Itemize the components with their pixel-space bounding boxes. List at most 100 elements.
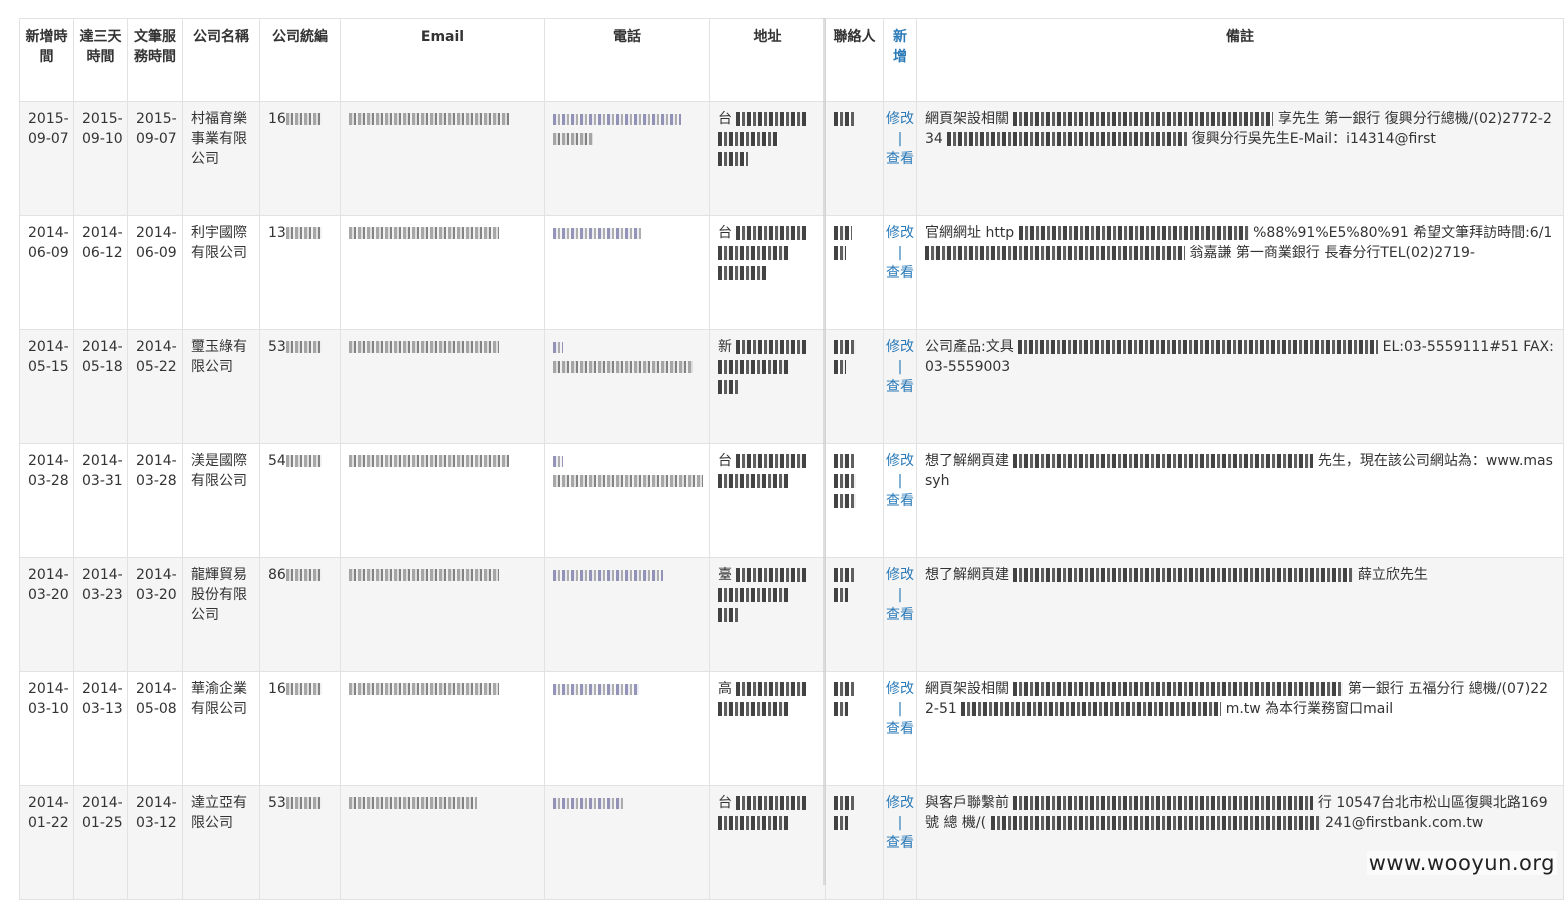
header-three-days-time: 達三天時間 — [73, 18, 128, 102]
cell-phone — [544, 785, 710, 900]
redacted-contact-line — [834, 246, 846, 260]
cell-contact — [825, 443, 884, 558]
cell-address: 台 — [709, 101, 826, 216]
note-text-middle: 薛立欣先生 — [1357, 567, 1428, 583]
cell-email — [340, 101, 545, 216]
redacted-email — [349, 341, 499, 353]
redacted-contact — [834, 112, 854, 126]
header-company-name: 公司名稱 — [182, 18, 260, 102]
edit-link[interactable]: 修改 — [886, 793, 914, 813]
redacted-email — [349, 797, 477, 809]
redacted-address-line — [718, 266, 768, 280]
tax-id-prefix: 53 — [268, 339, 286, 355]
header-email: Email — [340, 18, 545, 102]
cell-actions: 修改 | 查看 — [883, 443, 917, 558]
redacted-address — [736, 682, 807, 696]
view-link[interactable]: 查看 — [886, 491, 914, 511]
redacted-address-line — [718, 474, 788, 488]
edit-link[interactable]: 修改 — [886, 679, 914, 699]
redacted-address — [736, 796, 807, 810]
cell-notes: 想了解網頁建 先生，現在該公司網站為：www.massyh — [916, 443, 1564, 558]
action-separator: | — [897, 473, 903, 489]
redacted-note — [1013, 682, 1344, 696]
redacted-contact-line — [834, 494, 856, 508]
cell-address: 臺 — [709, 557, 826, 672]
header-tax-id: 公司統編 — [259, 18, 341, 102]
address-prefix: 台 — [718, 225, 732, 241]
cell-email — [340, 443, 545, 558]
table-row: 2014-05-15 2014-05-18 2014-05-22 璽玉綠有限公司… — [19, 329, 1564, 444]
cell-actions: 修改 | 查看 — [883, 785, 917, 900]
cell-phone — [544, 215, 710, 330]
cell-address: 台 — [709, 785, 826, 900]
header-phone: 電話 — [544, 18, 710, 102]
cell-email — [340, 785, 545, 900]
redacted-phone — [553, 113, 681, 125]
redacted-address-line — [718, 702, 788, 716]
header-add-link[interactable]: 新增 — [883, 18, 917, 102]
redacted-contact-line — [834, 588, 848, 602]
redacted-contact-line — [834, 360, 846, 374]
cell-actions: 修改 | 查看 — [883, 557, 917, 672]
redacted-phone — [553, 683, 639, 695]
cell-company-name: 達立亞有限公司 — [182, 785, 260, 900]
cell-notes: 網頁架設相關 第一銀行 五福分行 總機/(07)222-51 m.tw 為本行業… — [916, 671, 1564, 786]
cell-notes: 公司產品:文具 EL:03-5559111#51 FAX:03-5559003 — [916, 329, 1564, 444]
column-divider — [823, 18, 826, 885]
redacted-phone-extra — [553, 133, 593, 145]
redacted-note-2 — [961, 702, 1222, 716]
table-row: 2014-01-22 2014-01-25 2014-03-12 達立亞有限公司… — [19, 785, 1564, 900]
cell-phone — [544, 671, 710, 786]
cell-contact — [825, 671, 884, 786]
redacted-note-2 — [947, 132, 1188, 146]
redacted-note-2 — [925, 246, 1185, 260]
view-link[interactable]: 查看 — [886, 719, 914, 739]
view-link[interactable]: 查看 — [886, 833, 914, 853]
cell-service-time: 2014-05-08 — [127, 671, 183, 786]
cell-notes: 網頁架設相關 享先生 第一銀行 復興分行總機/(02)2772-234 復興分行… — [916, 101, 1564, 216]
address-prefix: 台 — [718, 795, 732, 811]
redacted-address-line — [718, 588, 788, 602]
cell-actions: 修改 | 查看 — [883, 329, 917, 444]
redacted-address — [736, 112, 807, 126]
redacted-contact — [834, 682, 854, 696]
cell-added-time: 2015-09-07 — [19, 101, 74, 216]
table-row: 2014-03-10 2014-03-13 2014-05-08 華渝企業有限公… — [19, 671, 1564, 786]
redacted-email — [349, 683, 499, 695]
redacted-tax-id — [285, 227, 322, 239]
edit-link[interactable]: 修改 — [886, 451, 914, 471]
cell-added-time: 2014-03-28 — [19, 443, 74, 558]
edit-link[interactable]: 修改 — [886, 223, 914, 243]
redacted-address — [736, 340, 807, 354]
view-link[interactable]: 查看 — [886, 605, 914, 625]
edit-link[interactable]: 修改 — [886, 565, 914, 585]
cell-tax-id: 16 — [259, 101, 341, 216]
address-prefix: 臺 — [718, 567, 732, 583]
redacted-contact — [834, 226, 852, 240]
address-prefix: 台 — [718, 453, 732, 469]
view-link[interactable]: 查看 — [886, 377, 914, 397]
edit-link[interactable]: 修改 — [886, 109, 914, 129]
cell-service-time: 2015-09-07 — [127, 101, 183, 216]
view-link[interactable]: 查看 — [886, 149, 914, 169]
cell-three-days-time: 2014-05-18 — [73, 329, 128, 444]
view-link[interactable]: 查看 — [886, 263, 914, 283]
address-prefix: 高 — [718, 681, 732, 697]
note-text-start: 網頁架設相關 — [925, 111, 1009, 127]
redacted-address — [736, 568, 807, 582]
redacted-contact-line — [834, 702, 848, 716]
redacted-tax-id — [285, 569, 322, 581]
redacted-contact — [834, 454, 854, 468]
redacted-note — [1018, 226, 1249, 240]
redacted-contact — [834, 340, 856, 354]
cell-phone — [544, 557, 710, 672]
cell-three-days-time: 2014-06-12 — [73, 215, 128, 330]
customer-table: 新增時間 達三天時間 文筆服務時間 公司名稱 公司統編 Email 電話 地址 … — [19, 18, 1564, 900]
cell-email — [340, 557, 545, 672]
table-row: 2014-03-28 2014-03-31 2014-03-28 渼是國際有限公… — [19, 443, 1564, 558]
action-separator: | — [897, 587, 903, 603]
edit-link[interactable]: 修改 — [886, 337, 914, 357]
cell-company-name: 璽玉綠有限公司 — [182, 329, 260, 444]
note-text-start: 網頁架設相關 — [925, 681, 1009, 697]
note-text-start: 公司產品:文具 — [925, 339, 1014, 355]
